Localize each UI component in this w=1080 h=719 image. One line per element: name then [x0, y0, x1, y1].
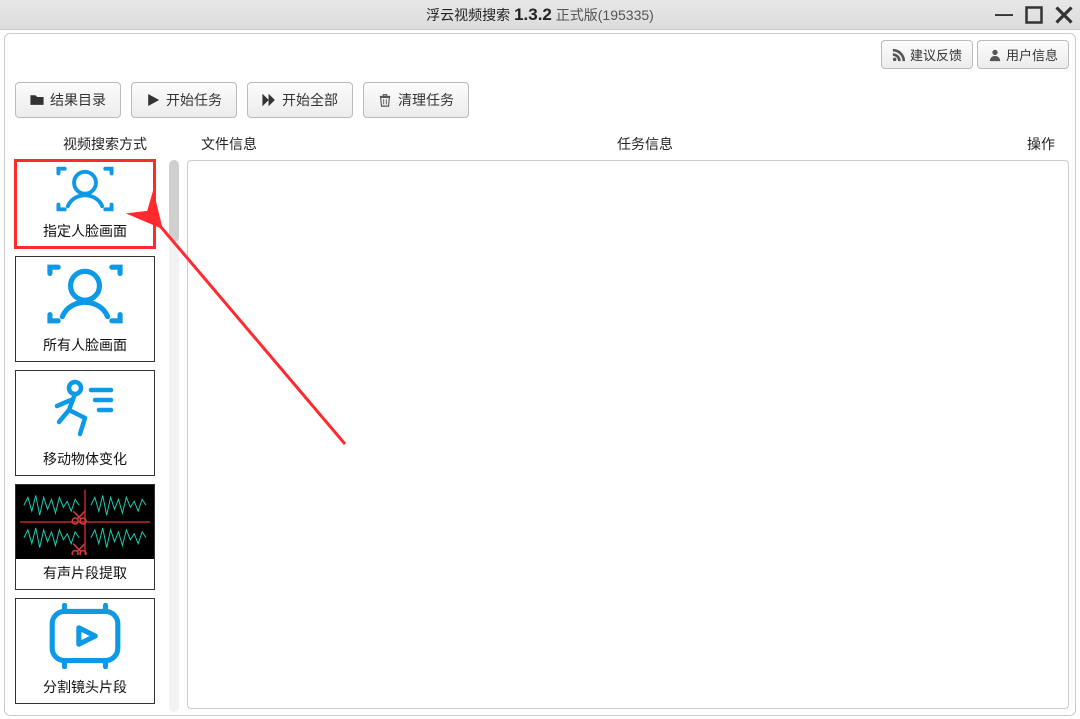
columns-header: 视频搜索方式 文件信息 任务信息 操作 — [5, 134, 1075, 156]
col-file-info: 文件信息 — [201, 134, 257, 154]
running-person-icon — [16, 371, 154, 445]
tile-label: 所有人脸画面 — [16, 331, 154, 361]
audio-waveform-cut-icon — [16, 485, 154, 559]
app-version: 1.3.2 — [514, 5, 552, 24]
folder-icon — [30, 93, 44, 107]
toolbar: 结果目录 开始任务 开始全部 清理任务 — [15, 82, 469, 118]
header-actions: 建议反馈 用户信息 — [881, 40, 1069, 69]
result-dir-label: 结果目录 — [50, 90, 106, 110]
user-info-label: 用户信息 — [1006, 45, 1058, 64]
task-list-panel — [187, 160, 1069, 709]
main-panel: 建议反馈 用户信息 结果目录 开始任务 开始全部 清理任务 视频搜索方式 文件信… — [4, 33, 1076, 716]
result-dir-button[interactable]: 结果目录 — [15, 82, 121, 118]
tile-audio-extract[interactable]: 有声片段提取 — [15, 484, 155, 590]
start-task-button[interactable]: 开始任务 — [131, 82, 237, 118]
tile-split-shots[interactable]: 分割镜头片段 — [15, 598, 155, 704]
feedback-button[interactable]: 建议反馈 — [881, 40, 973, 69]
face-scan-partial-icon — [16, 161, 154, 217]
tile-all-faces[interactable]: 所有人脸画面 — [15, 256, 155, 362]
start-all-button[interactable]: 开始全部 — [247, 82, 353, 118]
rss-icon — [892, 48, 906, 62]
sidebar: 指定人脸画面 所有人脸画面 — [15, 160, 165, 704]
clear-tasks-button[interactable]: 清理任务 — [363, 82, 469, 118]
window-title: 浮云视频搜索 1.3.2 正式版(195335) — [0, 5, 1080, 25]
tile-label: 分割镜头片段 — [16, 673, 154, 703]
window-controls: — — [994, 0, 1074, 30]
app-name: 浮云视频搜索 — [426, 7, 510, 23]
col-method: 视频搜索方式 — [63, 134, 147, 154]
face-scan-icon — [16, 257, 154, 331]
sidebar-scrollbar[interactable] — [169, 160, 179, 712]
tile-label: 指定人脸画面 — [16, 217, 154, 247]
user-icon — [988, 48, 1002, 62]
minimize-button[interactable]: — — [994, 5, 1014, 25]
fast-forward-icon — [262, 93, 276, 107]
sidebar-scroll-thumb[interactable] — [169, 160, 179, 242]
app-edition: 正式版(195335) — [556, 7, 654, 23]
start-task-label: 开始任务 — [166, 90, 222, 110]
start-all-label: 开始全部 — [282, 90, 338, 110]
feedback-label: 建议反馈 — [910, 45, 962, 64]
tile-label: 有声片段提取 — [16, 559, 154, 589]
tile-motion-change[interactable]: 移动物体变化 — [15, 370, 155, 476]
maximize-button[interactable] — [1024, 5, 1044, 25]
close-button[interactable] — [1054, 5, 1074, 25]
user-info-button[interactable]: 用户信息 — [977, 40, 1069, 69]
video-clip-icon — [16, 599, 154, 673]
tile-specified-face[interactable]: 指定人脸画面 — [15, 160, 155, 248]
tile-label: 移动物体变化 — [16, 445, 154, 475]
titlebar: 浮云视频搜索 1.3.2 正式版(195335) — — [0, 0, 1080, 30]
col-task-info: 任务信息 — [617, 134, 673, 154]
trash-icon — [378, 93, 392, 107]
clear-tasks-label: 清理任务 — [398, 90, 454, 110]
play-icon — [146, 93, 160, 107]
col-action: 操作 — [1027, 134, 1055, 154]
